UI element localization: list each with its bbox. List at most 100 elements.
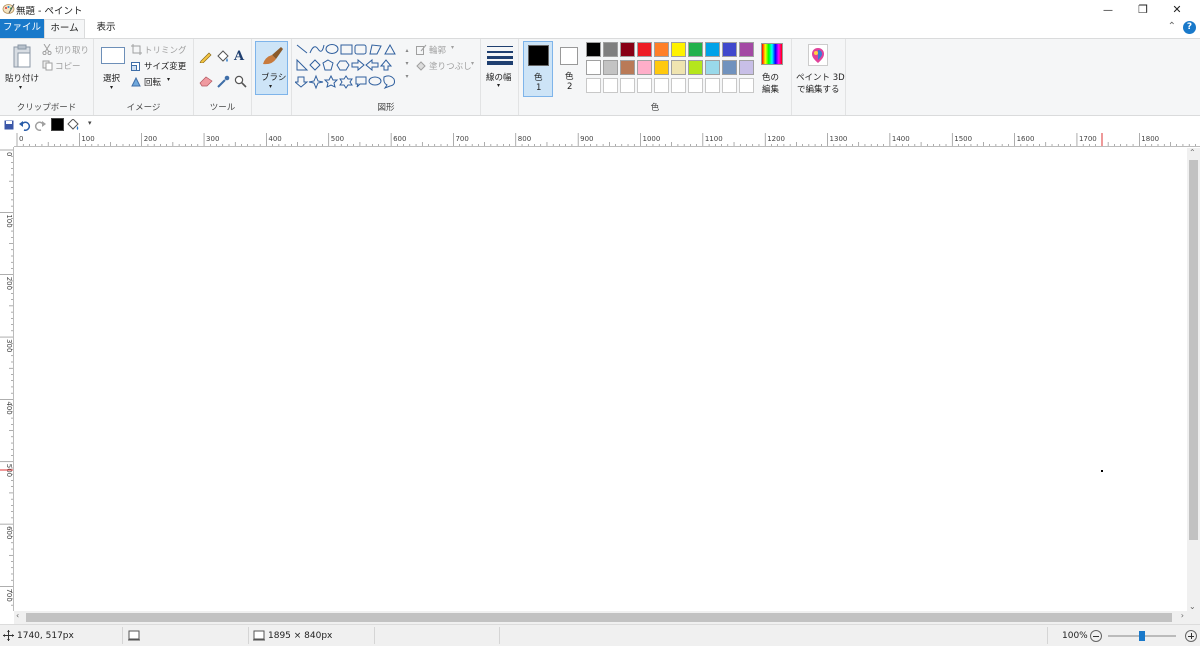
selection-size-icon xyxy=(128,630,140,641)
palette-swatch[interactable] xyxy=(654,78,669,93)
fill-dropdown-icon: ▾ xyxy=(471,60,475,67)
color1-number: 1 xyxy=(536,83,542,93)
scroll-down-arrow-icon[interactable]: ⌄ xyxy=(1189,602,1196,611)
select-dropdown-icon[interactable]: ▾ xyxy=(110,84,113,91)
palette-swatch[interactable] xyxy=(705,78,720,93)
collapse-ribbon-icon[interactable]: ⌃ xyxy=(1168,21,1176,32)
scroll-right-arrow-icon[interactable]: › xyxy=(1181,611,1184,620)
brushes-label: ブラシ xyxy=(261,73,287,83)
scroll-up-icon[interactable]: ▴ xyxy=(403,44,411,57)
drawing-canvas[interactable] xyxy=(15,148,1187,611)
color-palette xyxy=(586,42,756,94)
palette-swatch[interactable] xyxy=(705,42,720,57)
pencil-icon[interactable] xyxy=(199,50,212,63)
palette-swatch[interactable] xyxy=(671,78,686,93)
color2-button[interactable]: 色 2 xyxy=(555,41,585,97)
zoom-slider[interactable] xyxy=(1108,631,1176,641)
redo-icon[interactable] xyxy=(34,119,46,131)
palette-swatch[interactable] xyxy=(637,78,652,93)
palette-swatch[interactable] xyxy=(739,42,754,57)
palette-swatch[interactable] xyxy=(722,60,737,75)
palette-swatch[interactable] xyxy=(688,42,703,57)
palette-swatch[interactable] xyxy=(654,42,669,57)
color1-swatch xyxy=(528,45,549,66)
vertical-scroll-thumb[interactable] xyxy=(1189,160,1198,540)
qat-color-swatch[interactable] xyxy=(51,118,64,131)
scroll-down-icon[interactable]: ▾ xyxy=(403,57,411,70)
paste-dropdown-icon[interactable]: ▾ xyxy=(19,84,22,91)
palette-swatch[interactable] xyxy=(637,42,652,57)
paint-app-icon[interactable] xyxy=(2,2,15,15)
cut-button[interactable]: 切り取り xyxy=(42,43,92,57)
color-picker-icon[interactable] xyxy=(217,75,230,88)
copy-button[interactable]: コピー xyxy=(42,59,92,73)
fill-button[interactable]: 塗りつぶし ▾ xyxy=(416,59,476,73)
eraser-icon[interactable] xyxy=(199,75,213,87)
scroll-left-arrow-icon[interactable]: ‹ xyxy=(16,611,19,620)
palette-swatch[interactable] xyxy=(603,60,618,75)
zoom-out-button[interactable] xyxy=(1090,630,1102,642)
paint3d-group: ペイント 3D で編集する xyxy=(792,39,846,115)
expand-gallery-icon[interactable]: ▾ xyxy=(403,70,411,83)
tab-view[interactable]: 表示 xyxy=(88,19,124,38)
edit-with-paint3d-button[interactable]: ペイント 3D で編集する xyxy=(794,42,845,98)
palette-swatch[interactable] xyxy=(722,42,737,57)
select-button[interactable]: 選択 ▾ xyxy=(98,44,126,94)
scroll-up-arrow-icon[interactable]: ⌃ xyxy=(1189,148,1196,157)
resize-button[interactable]: サイズ変更 xyxy=(131,59,191,73)
tab-file[interactable]: ファイル xyxy=(0,19,44,38)
fill-bucket-icon[interactable] xyxy=(216,50,230,63)
zoom-in-button[interactable] xyxy=(1185,630,1197,642)
shapes-gallery[interactable] xyxy=(293,42,407,92)
size-button[interactable]: 線の幅 ▾ xyxy=(483,42,517,94)
customize-qat-icon[interactable]: ▾ xyxy=(88,119,92,127)
color1-button[interactable]: 色 1 xyxy=(523,41,553,97)
palette-swatch[interactable] xyxy=(739,60,754,75)
palette-swatch[interactable] xyxy=(603,42,618,57)
ruler-label: 100 xyxy=(5,214,13,227)
help-icon[interactable]: ? xyxy=(1183,21,1196,34)
outline-button[interactable]: 輪郭 ▾ xyxy=(416,43,476,57)
crop-button[interactable]: トリミング xyxy=(131,43,191,57)
save-icon[interactable] xyxy=(4,120,14,130)
color2-number: 2 xyxy=(567,82,573,92)
palette-swatch[interactable] xyxy=(637,60,652,75)
color2-swatch xyxy=(560,47,578,65)
palette-swatch[interactable] xyxy=(671,42,686,57)
palette-swatch[interactable] xyxy=(603,78,618,93)
palette-swatch[interactable] xyxy=(586,78,601,93)
selection-rectangle-icon xyxy=(101,47,125,64)
copy-icon xyxy=(42,60,53,71)
tab-home[interactable]: ホーム xyxy=(44,19,85,38)
palette-swatch[interactable] xyxy=(654,60,669,75)
palette-swatch[interactable] xyxy=(722,78,737,93)
palette-swatch[interactable] xyxy=(688,60,703,75)
palette-swatch[interactable] xyxy=(620,60,635,75)
vertical-scrollbar[interactable]: ⌃ ⌄ xyxy=(1187,148,1200,611)
paste-button[interactable]: 貼り付け ▾ xyxy=(3,41,39,97)
zoom-slider-thumb[interactable] xyxy=(1139,631,1145,641)
rotate-button[interactable]: 回転 ▾ xyxy=(131,75,191,89)
palette-swatch[interactable] xyxy=(586,42,601,57)
undo-icon[interactable] xyxy=(19,119,31,131)
qat-fill-bucket-icon[interactable] xyxy=(67,119,80,131)
outline-icon xyxy=(416,44,427,55)
shapes-scroll[interactable]: ▴ ▾ ▾ xyxy=(403,44,411,90)
palette-swatch[interactable] xyxy=(705,60,720,75)
crop-icon xyxy=(131,44,142,55)
magnifier-icon[interactable] xyxy=(234,75,247,88)
palette-swatch[interactable] xyxy=(671,60,686,75)
close-button[interactable]: ✕ xyxy=(1154,0,1200,19)
palette-swatch[interactable] xyxy=(739,78,754,93)
text-icon[interactable]: A xyxy=(234,49,244,64)
edit-colors-button[interactable]: 色の 編集 xyxy=(758,42,788,96)
palette-swatch[interactable] xyxy=(620,42,635,57)
status-bar: 1740, 517px 1895 × 840px 100% xyxy=(0,624,1200,646)
palette-swatch[interactable] xyxy=(688,78,703,93)
horizontal-scroll-thumb[interactable] xyxy=(26,613,1172,622)
brushes-button[interactable]: ブラシ ▾ xyxy=(255,41,288,95)
palette-swatch[interactable] xyxy=(586,60,601,75)
ruler-label: 1800 xyxy=(1141,135,1159,143)
horizontal-scrollbar[interactable]: ‹ › xyxy=(14,611,1187,624)
palette-swatch[interactable] xyxy=(620,78,635,93)
